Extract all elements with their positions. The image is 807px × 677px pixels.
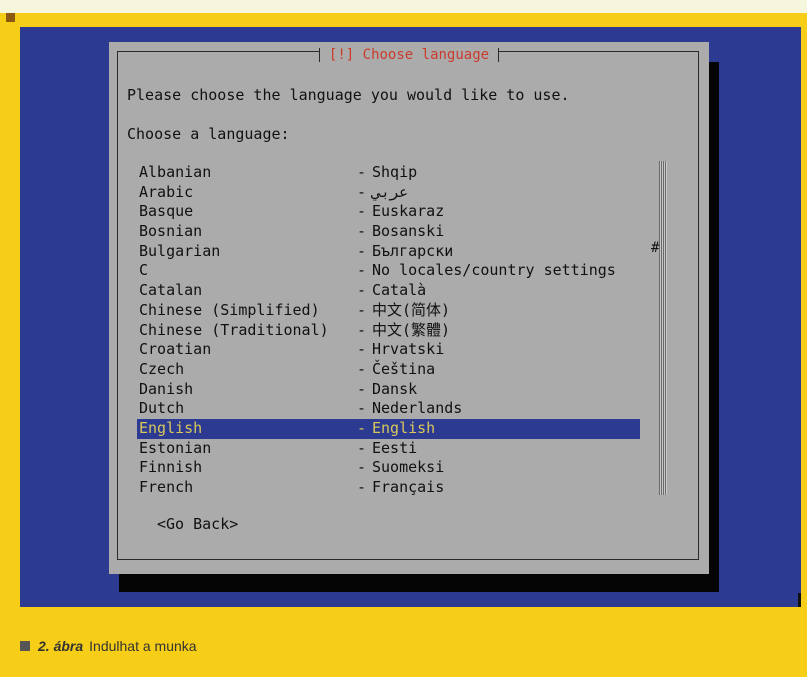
language-option[interactable]: Dutch - Nederlands	[137, 399, 640, 419]
caption-text: Indulhat a munka	[89, 638, 197, 654]
language-name: English	[139, 418, 203, 437]
language-option[interactable]: Bulgarian - Български	[137, 242, 640, 262]
language-native-name: Hrvatski	[372, 340, 445, 359]
go-back-button[interactable]: <Go Back>	[157, 515, 238, 535]
language-separator: -	[357, 418, 367, 437]
language-option[interactable]: Czech - Čeština	[137, 360, 640, 380]
language-separator: -	[357, 281, 367, 300]
language-option[interactable]: Basque - Euskaraz	[137, 202, 640, 222]
language-list[interactable]: Albanian - Shqip Arabic - عربي Basque - Euskaraz…	[137, 163, 640, 498]
language-option[interactable]: Finnish - Suomeksi	[137, 458, 640, 478]
language-separator: -	[357, 241, 367, 260]
language-option[interactable]: Danish - Dansk	[137, 380, 640, 400]
language-native-name: English	[372, 418, 436, 437]
language-native-name: Български	[372, 241, 454, 260]
language-name: Czech	[139, 359, 185, 378]
language-option[interactable]: Estonian - Eesti	[137, 439, 640, 459]
caption-number: 2. ábra	[38, 638, 84, 654]
dialog-prompt: Please choose the language you would lik…	[127, 86, 570, 104]
language-name: Chinese (Simplified)	[139, 300, 320, 319]
language-name: Arabic	[139, 182, 194, 201]
language-option[interactable]: French - Français	[137, 478, 640, 498]
language-name: Finnish	[139, 458, 203, 477]
language-native-name: Čeština	[372, 359, 436, 378]
scrollbar-thumb[interactable]: #	[651, 239, 659, 257]
language-option[interactable]: Albanian - Shqip	[137, 163, 640, 183]
language-separator: -	[357, 379, 367, 398]
language-name: Dutch	[139, 399, 185, 418]
language-name: French	[139, 478, 194, 496]
language-separator: -	[357, 300, 367, 319]
language-name: Catalan	[139, 281, 203, 300]
language-separator: -	[357, 359, 367, 378]
choose-language-dialog: [!] Choose language Please choose the la…	[109, 42, 709, 574]
language-name: Croatian	[139, 340, 212, 359]
language-list-label: Choose a language:	[127, 125, 290, 143]
language-separator: -	[357, 261, 367, 280]
dialog-title: [!] Choose language	[318, 46, 500, 64]
language-native-name: No locales/country settings	[372, 261, 616, 280]
language-separator: -	[357, 163, 367, 181]
language-separator: -	[357, 202, 367, 221]
screen-edge-mark	[798, 593, 801, 607]
language-name: Basque	[139, 202, 194, 221]
language-name: Chinese (Traditional)	[139, 320, 329, 339]
language-name: Albanian	[139, 163, 212, 181]
language-native-name: 中文(繁體)	[372, 320, 451, 339]
language-separator: -	[357, 458, 367, 477]
language-option[interactable]: Chinese (Traditional) - 中文(繁體)	[137, 321, 640, 341]
language-separator: -	[357, 399, 367, 418]
figure-caption: 2. ábra Indulhat a munka	[20, 638, 197, 654]
language-separator: -	[357, 182, 367, 201]
language-separator: -	[357, 222, 367, 241]
language-native-name: Nederlands	[372, 399, 463, 418]
language-native-name: Euskaraz	[372, 202, 445, 221]
language-option[interactable]: Catalan - Català	[137, 281, 640, 301]
language-native-name: Eesti	[372, 438, 418, 457]
language-separator: -	[357, 438, 367, 457]
language-option[interactable]: Croatian - Hrvatski	[137, 340, 640, 360]
language-separator: -	[357, 320, 367, 339]
language-option[interactable]: Arabic - عربي	[137, 183, 640, 203]
language-name: Danish	[139, 379, 194, 398]
language-option[interactable]: Bosnian - Bosanski	[137, 222, 640, 242]
scrollbar[interactable]	[659, 161, 667, 495]
language-native-name: Dansk	[372, 379, 418, 398]
language-name: Estonian	[139, 438, 212, 457]
language-native-name: Bosanski	[372, 222, 445, 241]
language-native-name: Français	[372, 478, 445, 496]
language-name: Bulgarian	[139, 241, 221, 260]
language-option[interactable]: C - No locales/country settings	[137, 261, 640, 281]
caption-square-icon	[20, 641, 30, 651]
language-name: Bosnian	[139, 222, 203, 241]
language-native-name: Català	[372, 281, 427, 300]
corner-mark	[6, 13, 15, 22]
language-native-name: Suomeksi	[372, 458, 445, 477]
language-name: C	[139, 261, 149, 280]
dialog-title-bar: [!] Choose language	[109, 44, 709, 64]
language-option[interactable]: English - English	[137, 418, 640, 439]
language-native-name: عربي	[372, 182, 409, 201]
language-separator: -	[357, 478, 367, 496]
language-separator: -	[357, 340, 367, 359]
language-native-name: Shqip	[372, 163, 418, 181]
language-native-name: 中文(简体)	[372, 300, 451, 319]
language-option[interactable]: Chinese (Simplified) - 中文(简体)	[137, 301, 640, 321]
